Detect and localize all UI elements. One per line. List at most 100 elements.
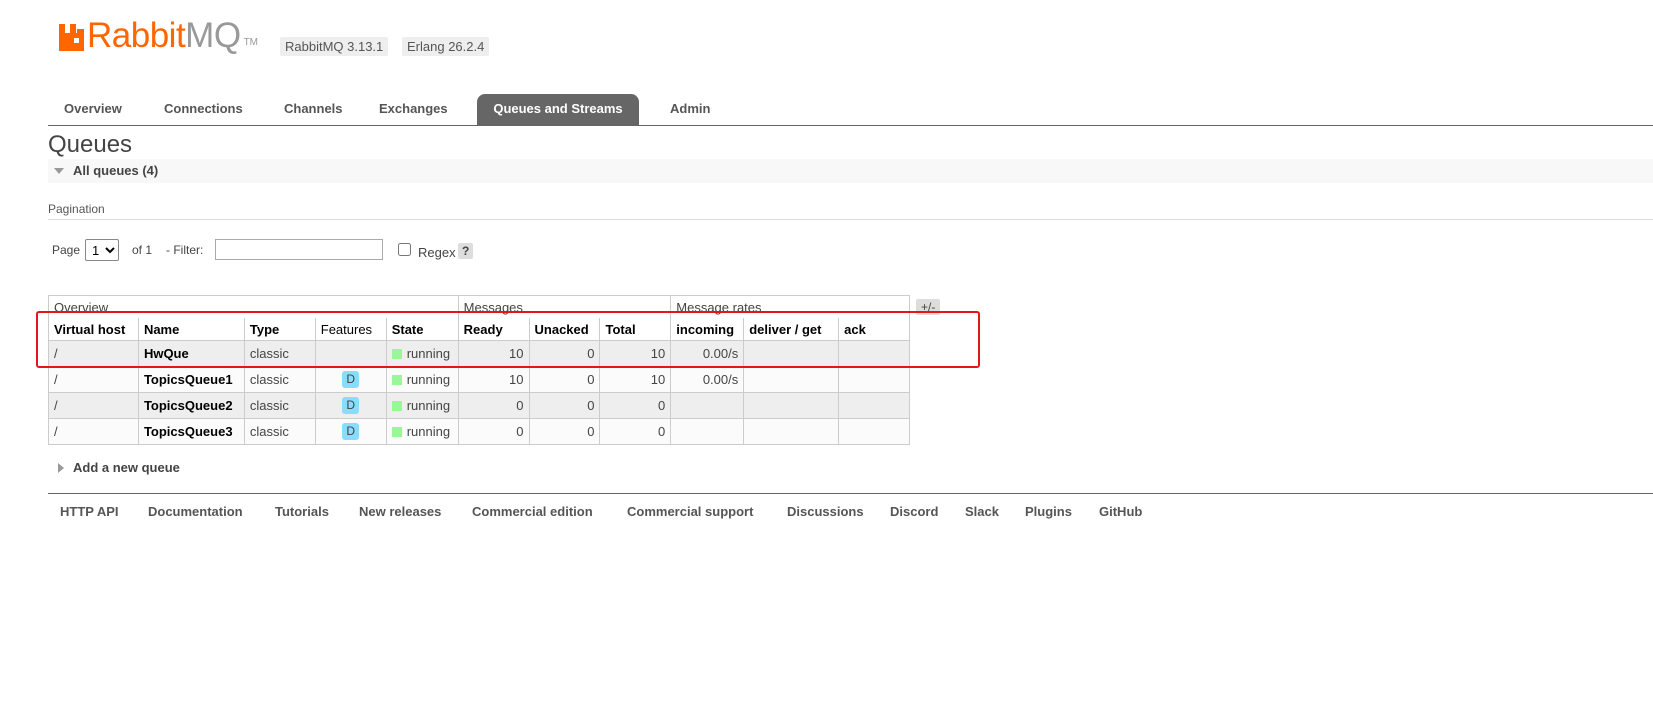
cell-unacked: 0 <box>528 418 601 445</box>
page-select[interactable]: 1 <box>85 239 119 261</box>
queue-name-link[interactable]: TopicsQueue3 <box>137 418 245 445</box>
tab-overview[interactable]: Overview <box>48 94 138 125</box>
tab-connections[interactable]: Connections <box>148 94 259 125</box>
cell-ready: 0 <box>457 418 530 445</box>
main-nav: Overview Connections Channels Exchanges … <box>48 94 1653 126</box>
state-label: running <box>406 372 451 387</box>
cell-ack <box>838 340 910 367</box>
page-title: Queues <box>48 131 133 158</box>
cell-total: 0 <box>599 418 672 445</box>
rabbitmq-logo[interactable]: Rabbit MQ TM <box>58 18 258 54</box>
cell-unacked: 0 <box>528 366 601 393</box>
queues-table: Overview Messages Message rates Virtual … <box>48 295 910 445</box>
cell-incoming <box>670 392 745 419</box>
queue-name-link[interactable]: TopicsQueue2 <box>137 392 245 419</box>
triangle-down-icon <box>54 168 64 174</box>
cell-type: classic <box>243 366 316 393</box>
cell-unacked: 0 <box>528 392 601 419</box>
queue-name-link[interactable]: HwQue <box>137 340 245 367</box>
state-running-indicator <box>391 427 402 437</box>
cell-features: D <box>314 418 387 445</box>
cell-unacked: 0 <box>528 340 601 367</box>
state-running-indicator <box>391 375 402 385</box>
cell-total: 10 <box>599 340 672 367</box>
footer-link-new-releases[interactable]: New releases <box>359 504 441 519</box>
cell-total: 10 <box>599 366 672 393</box>
footer-link-discussions[interactable]: Discussions <box>787 504 864 519</box>
column-header-row: Virtual host Name Type Features State Re… <box>48 318 910 341</box>
all-queues-section-toggle[interactable]: All queues (4) <box>48 159 1653 183</box>
footer-link-commercial-support[interactable]: Commercial support <box>627 504 753 519</box>
col-state[interactable]: State <box>385 318 459 341</box>
col-virtual-host[interactable]: Virtual host <box>48 318 139 341</box>
cell-total: 0 <box>599 392 672 419</box>
group-message-rates: Message rates <box>670 295 910 318</box>
cell-deliver-get <box>743 392 840 419</box>
footer-link-slack[interactable]: Slack <box>965 504 999 519</box>
logo-text-mq: MQ <box>185 16 241 55</box>
filter-input[interactable] <box>215 239 383 260</box>
cell-state: running <box>385 392 459 419</box>
all-queues-label: All queues (4) <box>73 163 159 178</box>
cell-ready: 10 <box>457 366 530 393</box>
erlang-version-badge: Erlang 26.2.4 <box>402 37 490 56</box>
cell-deliver-get <box>743 418 840 445</box>
table-row: / HwQue classic running 10 0 10 0.00/s <box>48 340 910 367</box>
group-overview: Overview <box>48 295 459 318</box>
queues-table-body: / HwQue classic running 10 0 10 0.00/s /… <box>48 340 910 445</box>
regex-help-button[interactable]: ? <box>458 243 474 259</box>
rabbitmq-logo-icon <box>59 24 84 51</box>
add-queue-label: Add a new queue <box>73 460 180 475</box>
col-ack[interactable]: ack <box>838 318 910 341</box>
cell-features: D <box>314 366 387 393</box>
rabbitmq-version-badge: RabbitMQ 3.13.1 <box>280 37 389 56</box>
footer-link-discord[interactable]: Discord <box>890 504 938 519</box>
tab-channels[interactable]: Channels <box>268 94 359 125</box>
footer-link-plugins[interactable]: Plugins <box>1025 504 1072 519</box>
state-label: running <box>406 398 451 413</box>
col-name[interactable]: Name <box>137 318 245 341</box>
cell-deliver-get <box>743 366 840 393</box>
pagination-title: Pagination <box>48 202 105 216</box>
durable-badge: D <box>342 423 360 440</box>
queue-name-link[interactable]: TopicsQueue1 <box>137 366 245 393</box>
cell-ready: 10 <box>457 340 530 367</box>
table-row: / TopicsQueue1 classic D running 10 0 10… <box>48 366 910 393</box>
cell-state: running <box>385 418 459 445</box>
col-total[interactable]: Total <box>599 318 672 341</box>
cell-vhost: / <box>48 366 139 393</box>
tab-admin[interactable]: Admin <box>654 94 726 125</box>
page-label: Page <box>52 243 81 257</box>
pagination-divider <box>48 219 1653 220</box>
column-group-row: Overview Messages Message rates <box>48 295 910 318</box>
col-type[interactable]: Type <box>243 318 316 341</box>
cell-ready: 0 <box>457 392 530 419</box>
cell-state: running <box>385 366 459 393</box>
page-count-label: of 1 <box>132 243 153 257</box>
column-options-button[interactable]: +/- <box>916 299 941 315</box>
tab-queues-and-streams[interactable]: Queues and Streams <box>477 94 639 125</box>
cell-type: classic <box>243 392 316 419</box>
col-unacked[interactable]: Unacked <box>528 318 601 341</box>
footer-link-http-api[interactable]: HTTP API <box>60 504 119 519</box>
col-incoming[interactable]: incoming <box>670 318 745 341</box>
cell-incoming: 0.00/s <box>670 366 745 393</box>
group-messages: Messages <box>457 295 672 318</box>
footer-link-github[interactable]: GitHub <box>1099 504 1142 519</box>
logo-text-rabbit: Rabbit <box>87 16 186 55</box>
tab-exchanges[interactable]: Exchanges <box>363 94 464 125</box>
col-deliver-get[interactable]: deliver / get <box>743 318 840 341</box>
cell-type: classic <box>243 340 316 367</box>
regex-checkbox[interactable] <box>398 243 411 256</box>
logo-trademark: TM <box>243 37 259 48</box>
footer-link-documentation[interactable]: Documentation <box>148 504 243 519</box>
cell-ack <box>838 392 910 419</box>
col-features: Features <box>314 318 387 341</box>
col-ready[interactable]: Ready <box>457 318 530 341</box>
state-label: running <box>406 424 451 439</box>
cell-incoming: 0.00/s <box>670 340 745 367</box>
state-label: running <box>406 346 451 361</box>
footer-link-commercial-edition[interactable]: Commercial edition <box>472 504 593 519</box>
footer-link-tutorials[interactable]: Tutorials <box>275 504 329 519</box>
durable-badge: D <box>342 371 360 388</box>
